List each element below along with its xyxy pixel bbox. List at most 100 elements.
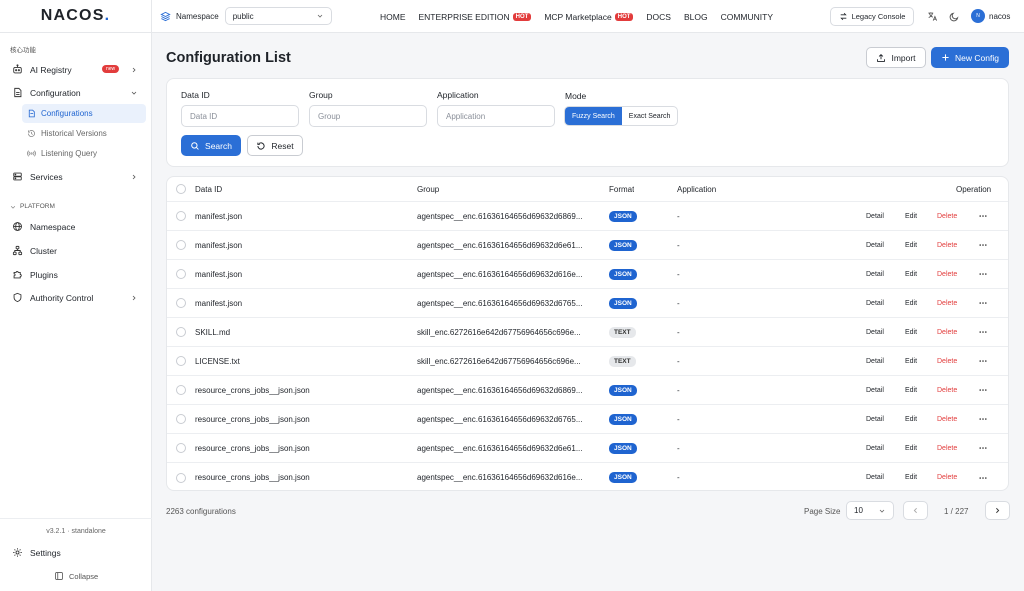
edit-link[interactable]: Edit bbox=[905, 231, 917, 259]
sidebar-subitem-configurations[interactable]: Configurations bbox=[22, 104, 146, 123]
edit-link[interactable]: Edit bbox=[905, 347, 917, 375]
edit-link[interactable]: Edit bbox=[905, 434, 917, 462]
edit-link[interactable]: Edit bbox=[905, 405, 917, 433]
row-checkbox[interactable] bbox=[176, 385, 186, 395]
edit-link[interactable]: Edit bbox=[905, 463, 917, 490]
sidebar-item-namespace[interactable]: Namespace bbox=[6, 216, 146, 237]
more-icon bbox=[978, 269, 988, 279]
detail-link[interactable]: Detail bbox=[866, 434, 884, 462]
table-row: manifest.json agentspec__enc.61636164656d… bbox=[167, 289, 1008, 318]
detail-link[interactable]: Detail bbox=[866, 463, 884, 490]
nav-community[interactable]: COMMUNITY bbox=[721, 12, 773, 22]
delete-link[interactable]: Delete bbox=[937, 434, 957, 462]
next-page-button[interactable] bbox=[985, 501, 1010, 520]
exact-search-option[interactable]: Exact Search bbox=[622, 107, 678, 125]
sidebar-item-plugins[interactable]: Plugins bbox=[6, 264, 146, 285]
delete-link[interactable]: Delete bbox=[937, 463, 957, 490]
row-checkbox[interactable] bbox=[176, 443, 186, 453]
row-checkbox[interactable] bbox=[176, 472, 186, 483]
application-input[interactable] bbox=[437, 105, 555, 127]
more-actions-button[interactable] bbox=[978, 347, 988, 375]
sidebar-section-core: 核心功能 bbox=[10, 47, 36, 54]
delete-link[interactable]: Delete bbox=[937, 405, 957, 433]
delete-link[interactable]: Delete bbox=[937, 318, 957, 346]
row-checkbox[interactable] bbox=[176, 356, 186, 366]
new-config-button[interactable]: New Config bbox=[931, 47, 1009, 68]
more-actions-button[interactable] bbox=[978, 260, 988, 288]
edit-link[interactable]: Edit bbox=[905, 376, 917, 404]
fuzzy-search-option[interactable]: Fuzzy Search bbox=[565, 107, 622, 125]
delete-link[interactable]: Delete bbox=[937, 202, 957, 230]
cell-format: JSON bbox=[609, 405, 637, 433]
detail-link[interactable]: Detail bbox=[866, 231, 884, 259]
reset-button[interactable]: Reset bbox=[247, 135, 303, 156]
nav-enterprise-edition[interactable]: ENTERPRISE EDITION HOT bbox=[419, 12, 532, 22]
delete-link[interactable]: Delete bbox=[937, 347, 957, 375]
sidebar-item-services[interactable]: Services bbox=[6, 166, 146, 187]
moon-icon[interactable] bbox=[949, 11, 960, 22]
detail-link[interactable]: Detail bbox=[866, 318, 884, 346]
nav-label: DOCS bbox=[646, 11, 671, 22]
prev-page-button[interactable] bbox=[903, 501, 928, 520]
namespace-select[interactable]: public bbox=[224, 7, 332, 25]
sidebar-section-platform[interactable]: PLATFORM bbox=[10, 203, 55, 210]
more-actions-button[interactable] bbox=[978, 231, 988, 259]
select-all-checkbox[interactable] bbox=[176, 184, 186, 194]
cell-group: agentspec__enc.61636164656d69632d6e61... bbox=[417, 240, 583, 250]
nacos-logo[interactable]: NACOS. bbox=[41, 7, 110, 25]
more-actions-button[interactable] bbox=[978, 289, 988, 317]
detail-link[interactable]: Detail bbox=[866, 289, 884, 317]
sidebar-subitem-listening-query[interactable]: Listening Query bbox=[22, 144, 146, 163]
sidebar-item-ai-registry[interactable]: AI Registry new bbox=[6, 59, 146, 80]
row-checkbox[interactable] bbox=[176, 269, 186, 279]
sidebar-item-settings[interactable]: Settings bbox=[6, 542, 146, 563]
import-button[interactable]: Import bbox=[866, 47, 926, 68]
sidebar-subitem-historical-versions[interactable]: Historical Versions bbox=[22, 124, 146, 143]
edit-link[interactable]: Edit bbox=[905, 260, 917, 288]
detail-link[interactable]: Detail bbox=[866, 260, 884, 288]
more-actions-button[interactable] bbox=[978, 318, 988, 346]
avatar[interactable]: N bbox=[971, 9, 985, 23]
cell-data-id: resource_crons_jobs__json.json bbox=[195, 414, 310, 424]
row-checkbox[interactable] bbox=[176, 298, 186, 308]
chevron-down-icon bbox=[130, 89, 138, 97]
collapse-button[interactable]: Collapse bbox=[54, 571, 98, 581]
delete-link[interactable]: Delete bbox=[937, 260, 957, 288]
edit-link[interactable]: Edit bbox=[905, 289, 917, 317]
more-actions-button[interactable] bbox=[978, 463, 988, 490]
language-icon[interactable] bbox=[927, 11, 938, 22]
detail-link[interactable]: Detail bbox=[866, 347, 884, 375]
username[interactable]: nacos bbox=[989, 12, 1010, 21]
sidebar-item-cluster[interactable]: Cluster bbox=[6, 240, 146, 261]
row-checkbox[interactable] bbox=[176, 211, 186, 221]
more-actions-button[interactable] bbox=[978, 376, 988, 404]
delete-link[interactable]: Delete bbox=[937, 376, 957, 404]
delete-link[interactable]: Delete bbox=[937, 231, 957, 259]
detail-link[interactable]: Detail bbox=[866, 405, 884, 433]
legacy-console-button[interactable]: Legacy Console bbox=[830, 7, 914, 26]
sidebar-divider bbox=[0, 518, 152, 519]
sidebar-item-configuration[interactable]: Configuration bbox=[6, 82, 146, 103]
nav-blog[interactable]: BLOG bbox=[684, 12, 708, 22]
sidebar-item-authority-control[interactable]: Authority Control bbox=[6, 287, 146, 308]
nav-home[interactable]: HOME bbox=[380, 12, 406, 22]
row-checkbox[interactable] bbox=[176, 327, 186, 337]
nav-mcp-marketplace[interactable]: MCP Marketplace HOT bbox=[544, 12, 634, 22]
edit-link[interactable]: Edit bbox=[905, 202, 917, 230]
data-id-input[interactable] bbox=[181, 105, 299, 127]
page-size-select[interactable]: 10 bbox=[846, 501, 894, 520]
search-button[interactable]: Search bbox=[181, 135, 241, 156]
row-checkbox[interactable] bbox=[176, 414, 186, 424]
more-actions-button[interactable] bbox=[978, 202, 988, 230]
more-actions-button[interactable] bbox=[978, 405, 988, 433]
delete-link[interactable]: Delete bbox=[937, 289, 957, 317]
detail-link[interactable]: Detail bbox=[866, 202, 884, 230]
more-actions-button[interactable] bbox=[978, 434, 988, 462]
row-checkbox[interactable] bbox=[176, 240, 186, 250]
edit-link[interactable]: Edit bbox=[905, 318, 917, 346]
detail-link[interactable]: Detail bbox=[866, 376, 884, 404]
new-badge: new bbox=[102, 65, 120, 73]
group-input[interactable] bbox=[309, 105, 427, 127]
nav-label: COMMUNITY bbox=[720, 11, 774, 22]
nav-docs[interactable]: DOCS bbox=[646, 12, 671, 22]
